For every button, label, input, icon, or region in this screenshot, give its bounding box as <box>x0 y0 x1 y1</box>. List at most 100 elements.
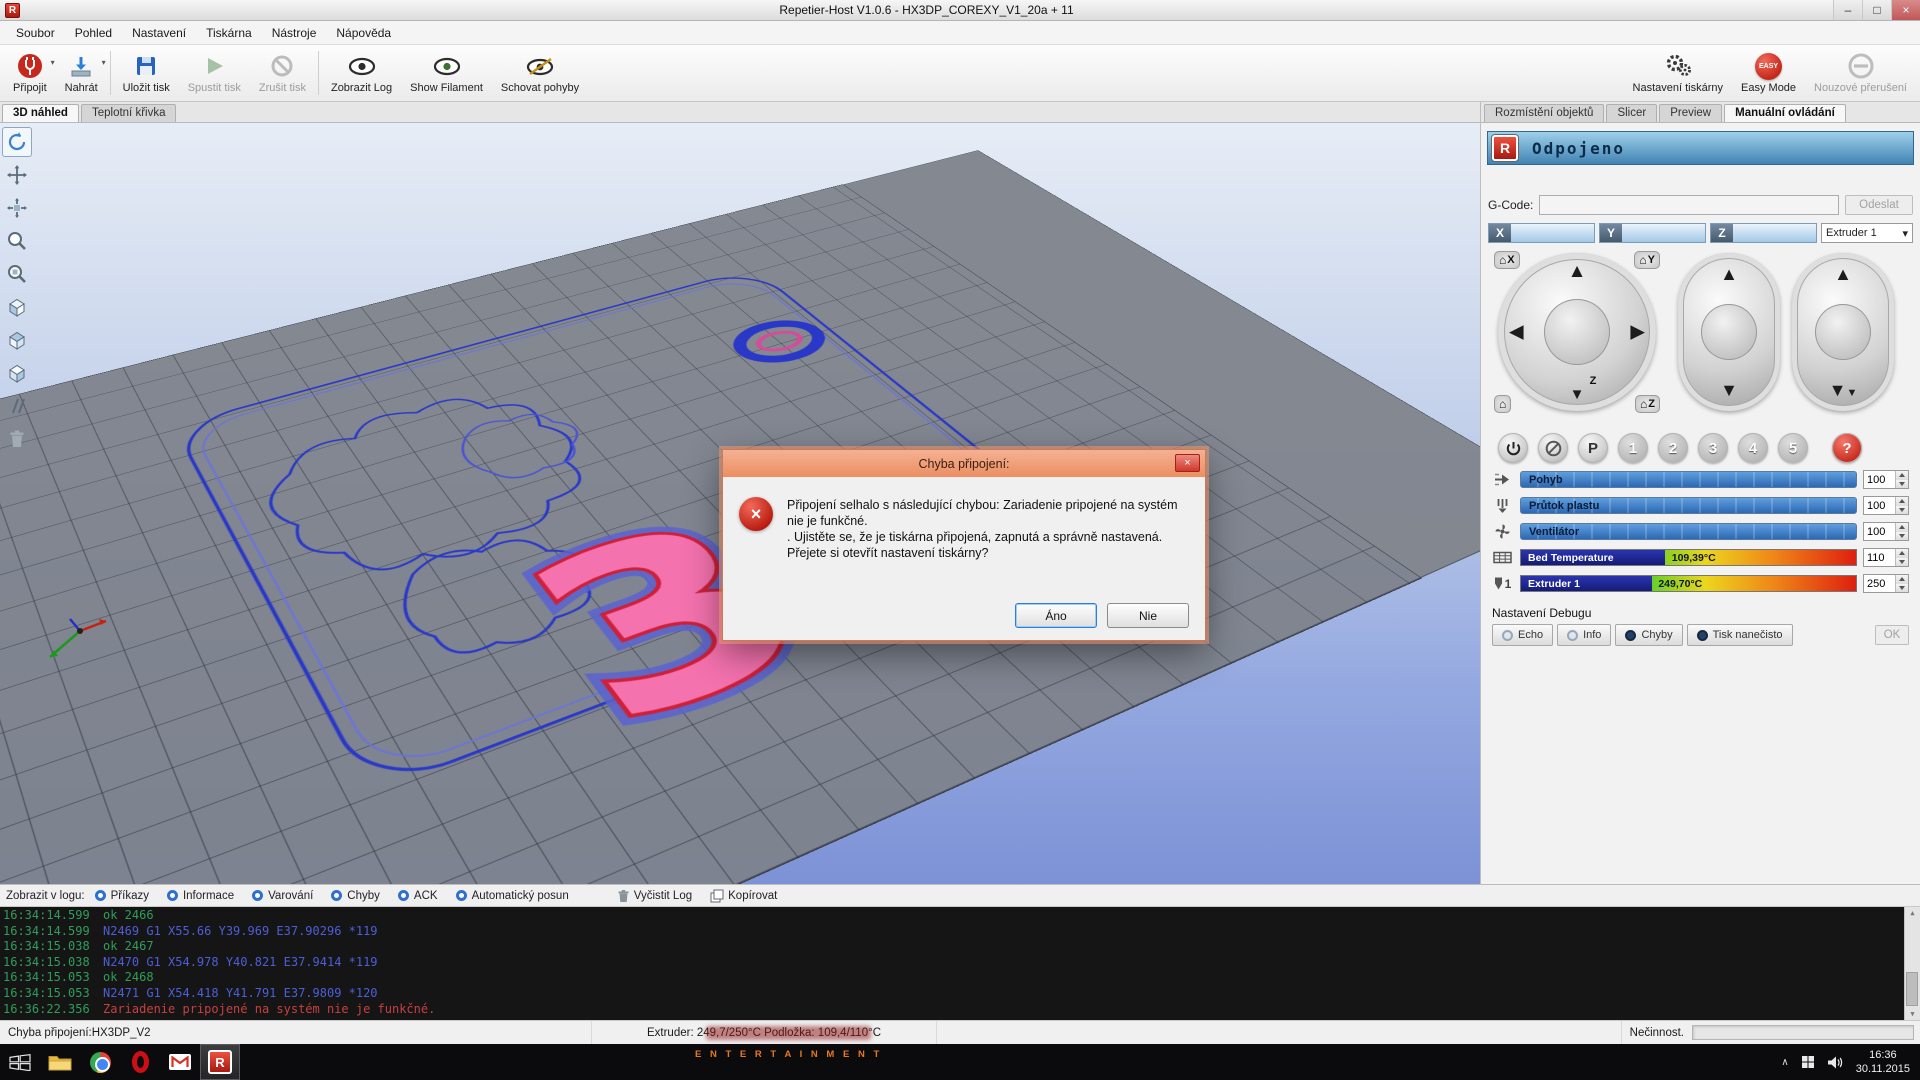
home-x-button[interactable]: ⌂X <box>1494 251 1520 269</box>
load-button[interactable]: Nahrát ▾ <box>56 46 107 100</box>
spinner[interactable] <box>1895 497 1908 514</box>
atx-off-button[interactable] <box>1538 433 1568 463</box>
bed-temp-input[interactable] <box>1864 549 1895 566</box>
menu-pohled[interactable]: Pohled <box>65 23 122 43</box>
flow-value-input[interactable] <box>1864 497 1895 514</box>
start-button[interactable] <box>0 1044 40 1080</box>
extruder-select[interactable]: Extruder 1 ▾ <box>1821 223 1913 243</box>
delete-object-tool[interactable] <box>2 424 32 454</box>
jog-center-knob[interactable] <box>1544 299 1610 365</box>
hide-travel-button[interactable]: Schovat pohyby <box>492 46 588 100</box>
debug-errors-toggle[interactable]: Chyby <box>1615 624 1682 646</box>
filter-info-toggle[interactable]: Informace <box>159 889 242 903</box>
show-log-button[interactable]: Zobrazit Log <box>322 46 401 100</box>
dialog-close-button[interactable]: × <box>1175 454 1200 472</box>
menu-tiskarna[interactable]: Tiskárna <box>196 23 262 43</box>
jog-y-plus-icon[interactable]: ▲ <box>1568 262 1587 281</box>
easy-mode-button[interactable]: EASY Easy Mode <box>1732 46 1805 100</box>
extruder-temp-bar[interactable]: Extruder 1 249,70°C <box>1520 575 1857 592</box>
retract-icon[interactable]: ▲ <box>1834 265 1852 283</box>
z-up-icon[interactable]: ▲ <box>1720 265 1738 283</box>
menu-napoveda[interactable]: Nápověda <box>326 23 401 43</box>
move-object-tool[interactable] <box>2 193 32 223</box>
dialog-yes-button[interactable]: Áno <box>1015 603 1097 628</box>
parallel-projection-tool[interactable] <box>2 391 32 421</box>
z-axis-bar[interactable] <box>1733 224 1816 242</box>
filter-ack-toggle[interactable]: ACK <box>390 889 446 903</box>
opera-taskbar-icon[interactable] <box>120 1044 160 1080</box>
show-filament-button[interactable]: Show Filament <box>401 46 492 100</box>
menu-nastaveni[interactable]: Nastavení <box>122 23 196 43</box>
printer-settings-button[interactable]: Nastavení tiskárny <box>1624 46 1732 100</box>
park-button[interactable]: P <box>1578 433 1608 463</box>
rotate-view-tool[interactable] <box>2 127 32 157</box>
copy-log-button[interactable]: Kopírovat <box>702 888 785 904</box>
taskbar-clock[interactable]: 16:36 30.11.2015 <box>1856 1048 1910 1077</box>
power-button[interactable] <box>1498 433 1528 463</box>
tab-rozmisteni-objektu[interactable]: Rozmístění objektů <box>1484 104 1604 122</box>
extruder-jog-control[interactable]: ▲ ▼▼ <box>1792 253 1894 411</box>
spinner[interactable] <box>1895 471 1908 488</box>
connect-dropdown-icon[interactable]: ▾ <box>51 58 55 67</box>
dialog-no-button[interactable]: Nie <box>1107 603 1189 628</box>
preset-4-button[interactable]: 4 <box>1738 433 1768 463</box>
speed-slider[interactable]: Pohyb <box>1520 471 1857 488</box>
x-axis-bar[interactable] <box>1511 224 1594 242</box>
tab-manualni-ovladani[interactable]: Manuální ovládání <box>1724 104 1846 122</box>
gmail-taskbar-icon[interactable] <box>160 1044 200 1080</box>
move-view-tool[interactable] <box>2 160 32 190</box>
preset-5-button[interactable]: 5 <box>1778 433 1808 463</box>
z-jog-knob[interactable] <box>1701 304 1757 360</box>
help-button[interactable]: ? <box>1832 433 1862 463</box>
jog-x-minus-icon[interactable]: ◀ <box>1509 323 1524 342</box>
y-axis-control[interactable]: Y <box>1599 223 1706 243</box>
speed-value-input[interactable] <box>1864 471 1895 488</box>
jog-y-minus-icon[interactable]: ▼ <box>1570 387 1585 402</box>
menu-nastroje[interactable]: Nástroje <box>262 23 327 43</box>
fan-slider[interactable]: Ventilátor <box>1520 523 1857 540</box>
connect-button[interactable]: Připojit ▾ <box>4 46 56 100</box>
extruder-temp-input[interactable] <box>1864 575 1895 592</box>
extrude-icon[interactable]: ▼▼ <box>1829 381 1858 399</box>
log-scroll-thumb[interactable] <box>1906 972 1918 1006</box>
zoom-object-tool[interactable] <box>2 259 32 289</box>
chrome-taskbar-icon[interactable] <box>80 1044 120 1080</box>
filter-commands-toggle[interactable]: Příkazy <box>87 889 157 903</box>
menu-soubor[interactable]: Soubor <box>6 23 65 43</box>
clear-log-button[interactable]: Vyčistit Log <box>609 888 700 904</box>
z-axis-control[interactable]: Z <box>1710 223 1817 243</box>
spinner[interactable] <box>1895 549 1908 566</box>
tab-preview[interactable]: Preview <box>1659 104 1722 122</box>
home-y-button[interactable]: ⌂Y <box>1634 251 1660 269</box>
filter-autoscroll-toggle[interactable]: Automatický posun <box>448 889 577 903</box>
debug-info-toggle[interactable]: Info <box>1557 624 1611 646</box>
preset-1-button[interactable]: 1 <box>1618 433 1648 463</box>
preset-3-button[interactable]: 3 <box>1698 433 1728 463</box>
minimize-button[interactable]: – <box>1833 0 1862 20</box>
tray-expand-icon[interactable]: ∧ <box>1781 1057 1788 1068</box>
preset-2-button[interactable]: 2 <box>1658 433 1688 463</box>
fan-value-input[interactable] <box>1864 523 1895 540</box>
tab-slicer[interactable]: Slicer <box>1606 104 1657 122</box>
z-down-icon[interactable]: ▼ <box>1720 381 1738 399</box>
maximize-button[interactable]: □ <box>1862 0 1891 20</box>
save-print-button[interactable]: Uložit tisk <box>114 46 179 100</box>
view-side-tool[interactable] <box>2 358 32 388</box>
dialog-title-bar[interactable]: Chyba připojení: × <box>723 450 1205 477</box>
filter-warnings-toggle[interactable]: Varování <box>244 889 321 903</box>
metro-grid-icon[interactable] <box>1801 1055 1815 1069</box>
file-explorer-taskbar-icon[interactable] <box>40 1044 80 1080</box>
home-z-button[interactable]: ⌂Z <box>1635 395 1660 413</box>
z-jog-control[interactable]: ▲ ▼ <box>1678 253 1780 411</box>
repetier-taskbar-icon[interactable]: R <box>200 1044 240 1080</box>
spinner[interactable] <box>1895 575 1908 592</box>
tab-3d-nahled[interactable]: 3D náhled <box>2 104 79 122</box>
close-button[interactable]: × <box>1891 0 1920 20</box>
x-axis-control[interactable]: X <box>1488 223 1595 243</box>
xy-jog-pad[interactable]: ▲ ▼ ◀ ▶ Z ⌂X ⌂Y ⌂ ⌂Z <box>1498 253 1656 411</box>
debug-echo-toggle[interactable]: Echo <box>1492 624 1553 646</box>
extruder-jog-knob[interactable] <box>1815 304 1871 360</box>
bed-temp-bar[interactable]: Bed Temperature 109,39°C <box>1520 549 1857 566</box>
zoom-tool[interactable] <box>2 226 32 256</box>
view-front-tool[interactable] <box>2 292 32 322</box>
